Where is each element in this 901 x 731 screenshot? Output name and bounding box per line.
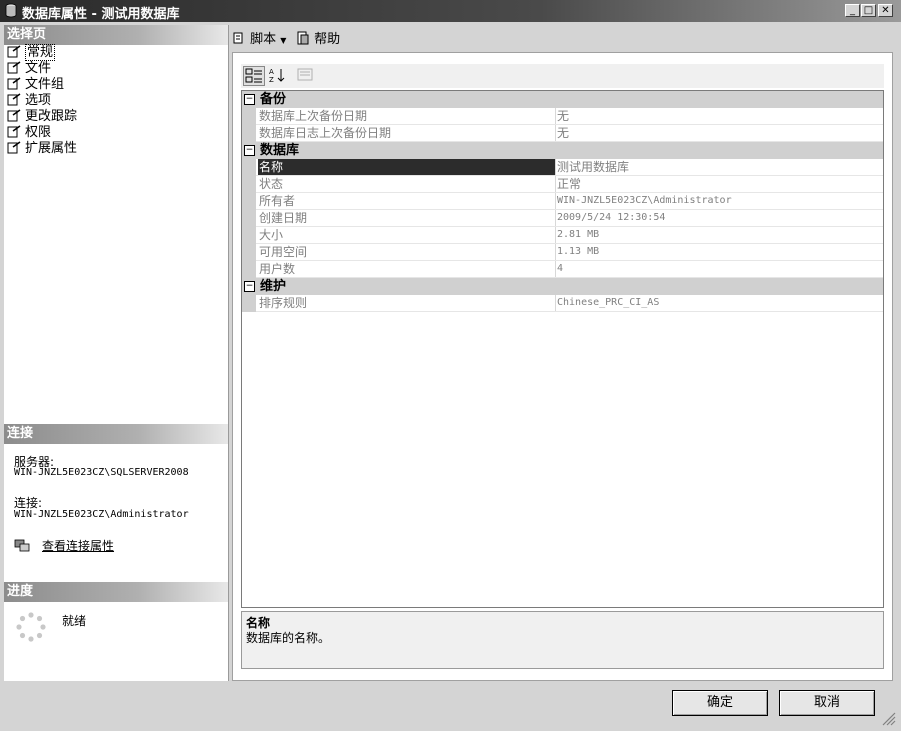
property-pages-icon	[297, 68, 313, 81]
svg-text:Z: Z	[269, 76, 274, 83]
progress-spinner-icon	[16, 612, 46, 642]
categorized-view-button[interactable]	[243, 66, 265, 86]
property-row-selected[interactable]: 名称 测试用数据库	[242, 159, 883, 176]
nav-item-change-tracking[interactable]: 更改跟踪	[7, 109, 77, 125]
property-grid: − 备份 数据库上次备份日期 无 数据库日志上次备份日期 无 − 数据库 名称 …	[241, 90, 884, 608]
connection-value: WIN-JNZL5E023CZ\Administrator	[14, 509, 189, 520]
nav-item-filegroups[interactable]: 文件组	[7, 77, 64, 93]
server-value: WIN-JNZL5E023CZ\SQLSERVER2008	[14, 467, 189, 478]
property-name: 数据库日志上次备份日期	[258, 125, 556, 141]
minimize-button[interactable]: _	[845, 4, 860, 17]
property-value: 4	[557, 263, 564, 274]
property-name: 排序规则	[258, 295, 556, 311]
property-row[interactable]: 状态 正常	[242, 176, 883, 193]
select-page-header: 选择页	[4, 25, 228, 45]
dropdown-arrow-icon: ▼	[280, 36, 287, 45]
window-title: 数据库属性 - 测试用数据库	[22, 7, 180, 22]
property-value: 测试用数据库	[557, 160, 630, 174]
page-icon	[7, 109, 21, 122]
property-row[interactable]: 用户数 4	[242, 261, 883, 278]
description-panel: 名称 数据库的名称。	[241, 611, 884, 669]
toolbar: 脚本 ▼ 帮助	[228, 25, 901, 49]
script-icon	[233, 32, 243, 44]
ok-button[interactable]: 确定	[672, 690, 768, 716]
property-name: 数据库上次备份日期	[258, 108, 556, 124]
property-row[interactable]: 数据库日志上次备份日期 无	[242, 125, 883, 142]
property-value: 无	[557, 126, 570, 140]
page-icon	[7, 61, 21, 74]
property-row[interactable]: 创建日期 2009/5/24 12:30:54	[242, 210, 883, 227]
property-name: 大小	[258, 227, 556, 243]
collapse-icon[interactable]: −	[244, 94, 255, 105]
nav-item-options[interactable]: 选项	[7, 93, 51, 109]
nav-item-general[interactable]: 常规	[7, 44, 56, 61]
property-row[interactable]: 大小 2.81 MB	[242, 227, 883, 244]
property-row[interactable]: 数据库上次备份日期 无	[242, 108, 883, 125]
property-value: 无	[557, 109, 570, 123]
property-name: 状态	[258, 176, 556, 192]
close-button[interactable]: ✕	[878, 4, 893, 17]
progress-status: 就绪	[62, 614, 87, 628]
property-row[interactable]: 所有者 WIN-JNZL5E023CZ\Administrator	[242, 193, 883, 210]
page-icon	[7, 141, 21, 154]
script-button[interactable]: 脚本 ▼	[232, 28, 286, 47]
database-icon	[5, 3, 17, 18]
maximize-button[interactable]: □	[861, 4, 876, 17]
category-backup[interactable]: − 备份	[242, 91, 883, 108]
categorized-icon	[245, 68, 262, 83]
property-value: 2.81 MB	[557, 229, 600, 240]
category-database[interactable]: − 数据库	[242, 142, 883, 159]
page-icon	[7, 45, 21, 58]
property-name: 用户数	[258, 261, 556, 277]
alphabetical-view-button[interactable]: AZ	[267, 66, 289, 86]
view-connection-properties-link[interactable]: 查看连接属性	[42, 537, 114, 554]
page-icon	[7, 77, 21, 90]
connection-properties-icon	[14, 539, 30, 552]
page-icon	[7, 93, 21, 106]
title-bar: 数据库属性 - 测试用数据库 _ □ ✕	[0, 0, 901, 22]
nav-item-extended-properties[interactable]: 扩展属性	[7, 141, 77, 157]
svg-text:A: A	[269, 68, 274, 76]
property-name: 创建日期	[258, 210, 556, 226]
progress-header: 进度	[4, 582, 228, 602]
property-value: 1.13 MB	[557, 246, 600, 257]
property-value: 正常	[557, 177, 582, 191]
connection-header: 连接	[4, 424, 228, 444]
nav-item-permissions[interactable]: 权限	[7, 125, 51, 141]
property-value: 2009/5/24 12:30:54	[557, 212, 666, 223]
left-pane: 选择页 常规 文件 文件组 选项 更改跟踪 权限 扩展属性 连接 服务器: WI…	[4, 25, 229, 681]
sort-alphabetical-icon: AZ	[269, 68, 285, 84]
property-row[interactable]: 可用空间 1.13 MB	[242, 244, 883, 261]
property-row[interactable]: 排序规则 Chinese_PRC_CI_AS	[242, 295, 883, 312]
help-icon	[297, 31, 309, 45]
description-text: 数据库的名称。	[246, 631, 331, 645]
page-icon	[7, 125, 21, 138]
resize-grip-icon[interactable]	[880, 710, 896, 726]
property-name: 可用空间	[258, 244, 556, 260]
collapse-icon[interactable]: −	[244, 145, 255, 156]
property-pages-button[interactable]	[295, 66, 317, 86]
property-value: Chinese_PRC_CI_AS	[557, 297, 660, 308]
collapse-icon[interactable]: −	[244, 281, 255, 292]
cancel-button[interactable]: 取消	[779, 690, 875, 716]
property-name: 所有者	[258, 193, 556, 209]
property-value: WIN-JNZL5E023CZ\Administrator	[557, 195, 732, 206]
nav-item-files[interactable]: 文件	[7, 61, 51, 77]
category-maintenance[interactable]: − 维护	[242, 278, 883, 295]
help-button[interactable]: 帮助	[296, 28, 340, 47]
property-grid-toolbar: AZ	[241, 64, 884, 88]
property-name: 名称	[258, 159, 556, 175]
